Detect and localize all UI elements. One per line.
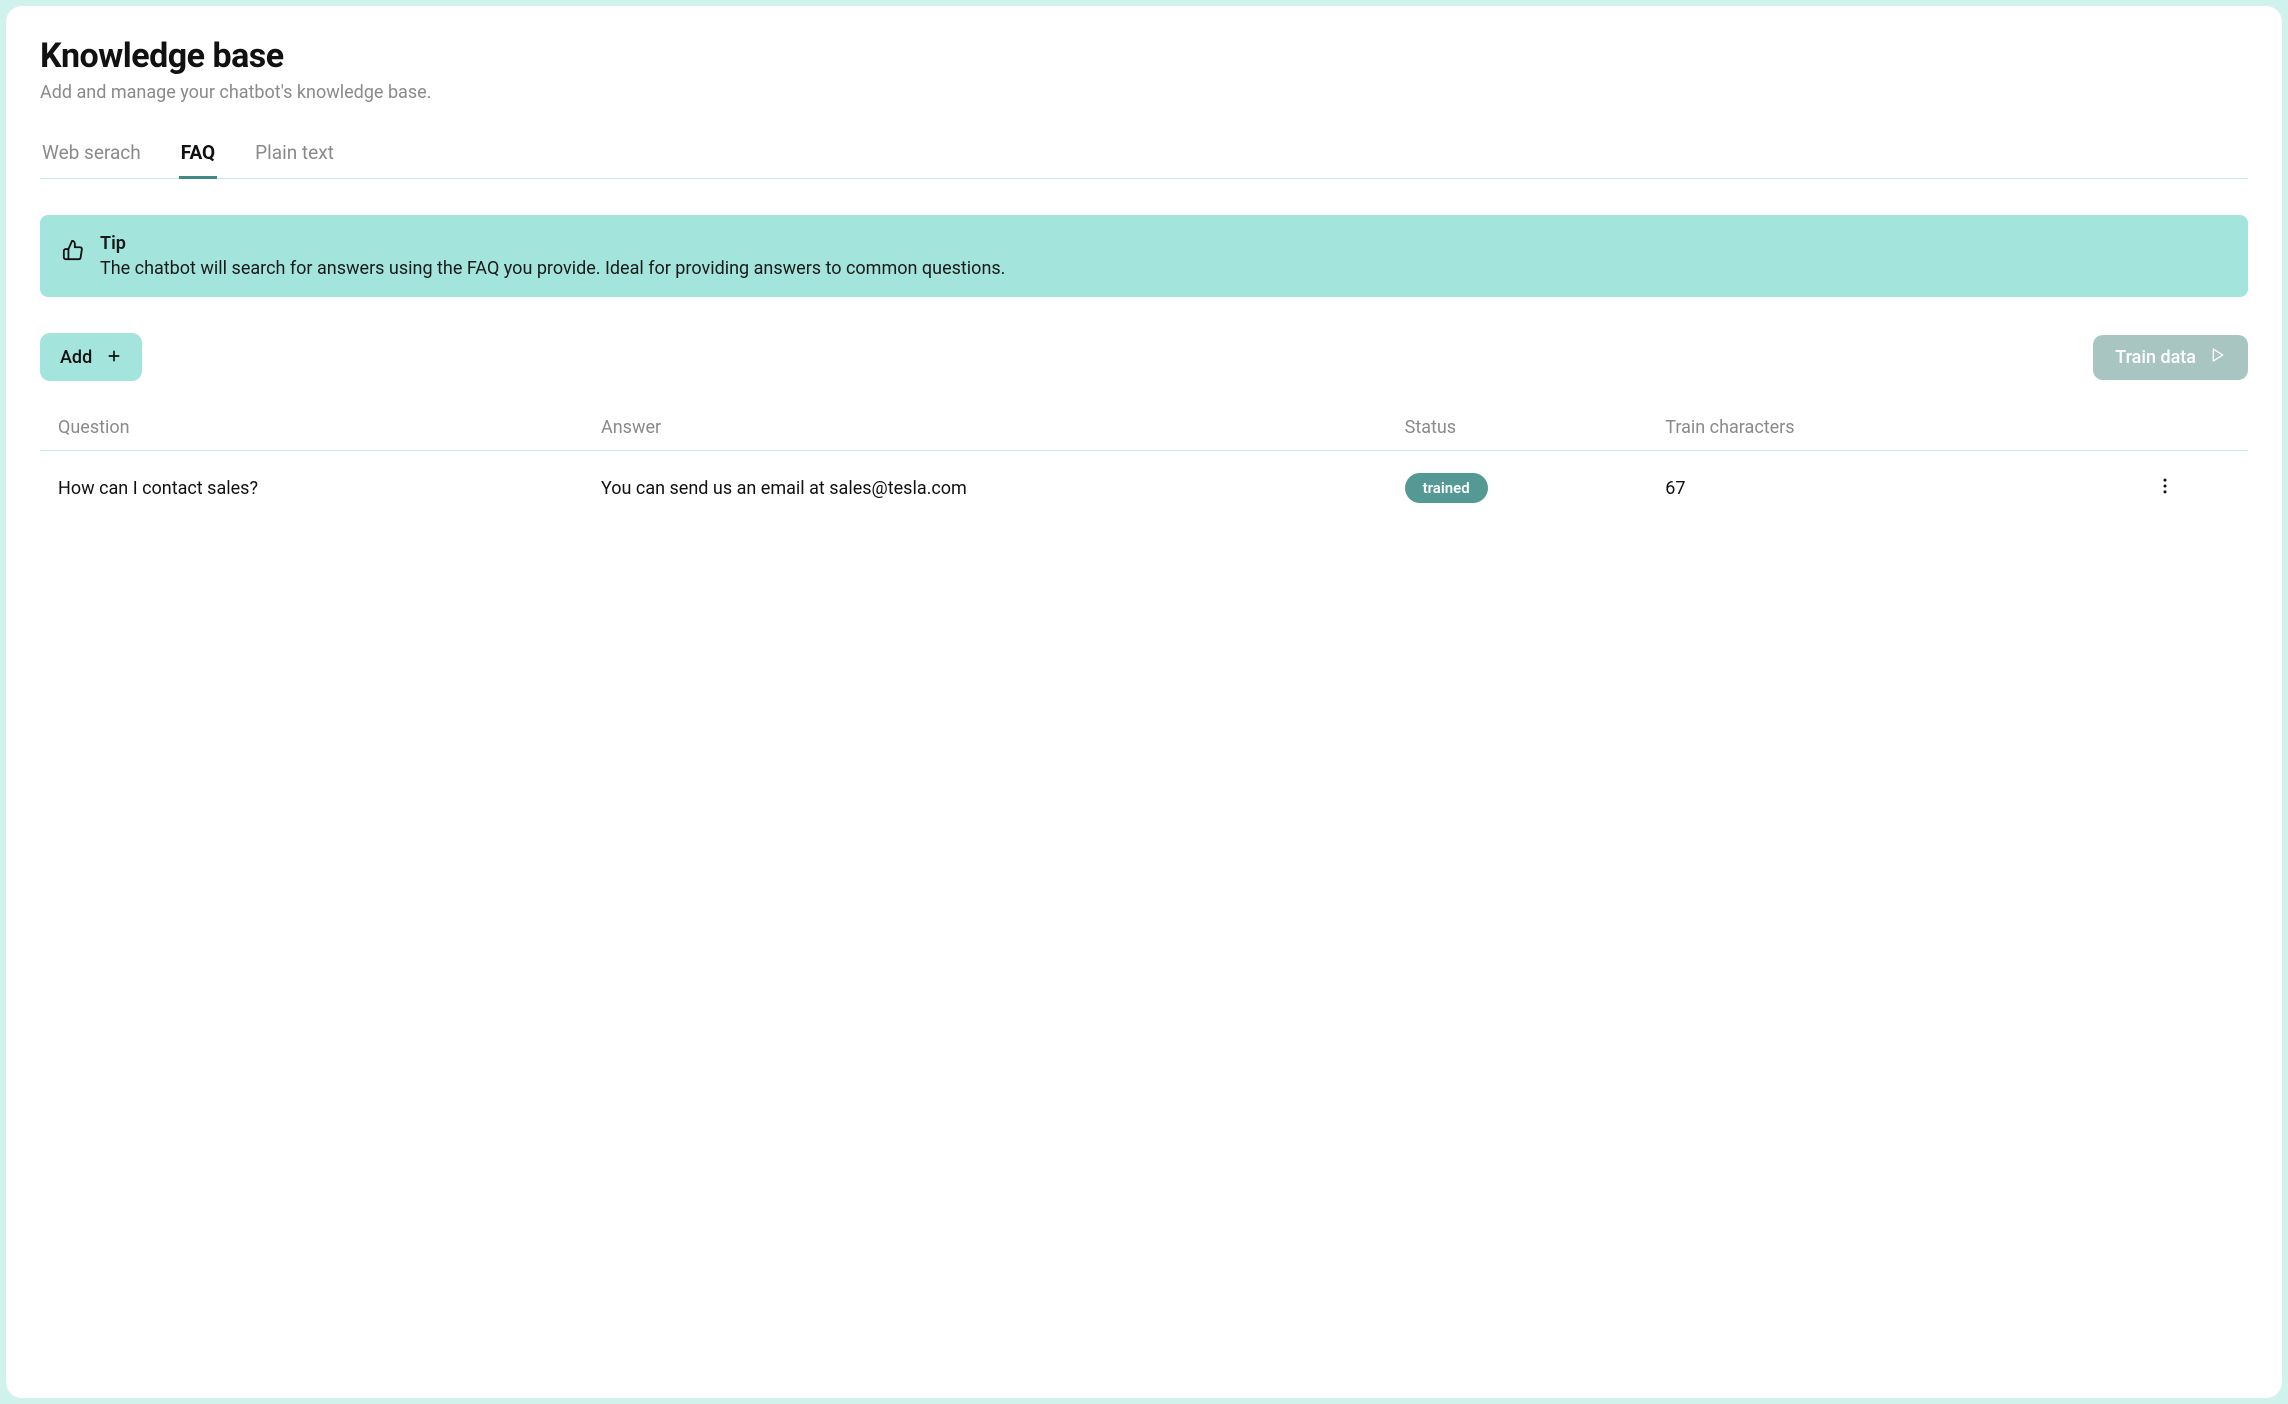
page-subtitle: Add and manage your chatbot's knowledge … — [40, 82, 2248, 103]
add-button-label: Add — [60, 347, 92, 368]
play-icon — [2210, 347, 2226, 368]
col-actions — [2100, 417, 2230, 438]
table-header: Question Answer Status Train characters — [40, 405, 2248, 451]
col-answer: Answer — [601, 417, 1405, 438]
actions-row: Add Train data — [40, 333, 2248, 381]
more-vertical-icon — [2155, 476, 2175, 501]
tip-banner: Tip The chatbot will search for answers … — [40, 215, 2248, 297]
col-train-characters: Train characters — [1665, 417, 2099, 438]
page-title: Knowledge base — [40, 36, 2248, 76]
train-data-button[interactable]: Train data — [2093, 335, 2248, 380]
cell-question: How can I contact sales? — [58, 478, 601, 499]
faq-table: Question Answer Status Train characters … — [40, 405, 2248, 525]
col-question: Question — [58, 417, 601, 438]
table-row: How can I contact sales? You can send us… — [40, 451, 2248, 525]
tab-bar: Web serach FAQ Plain text — [40, 135, 2248, 179]
cell-status: trained — [1405, 473, 1666, 503]
add-button[interactable]: Add — [40, 333, 142, 381]
tip-text: The chatbot will search for answers usin… — [100, 258, 1005, 279]
tab-web-search[interactable]: Web serach — [40, 135, 143, 178]
col-status: Status — [1405, 417, 1666, 438]
tip-title: Tip — [100, 233, 1005, 254]
row-actions-button[interactable] — [2100, 476, 2230, 501]
tip-content: Tip The chatbot will search for answers … — [100, 233, 1005, 279]
plus-icon — [106, 345, 122, 369]
train-button-label: Train data — [2115, 347, 2196, 368]
status-badge: trained — [1405, 473, 1488, 503]
tab-faq[interactable]: FAQ — [179, 135, 217, 178]
tab-plain-text[interactable]: Plain text — [253, 135, 336, 178]
thumbs-up-icon — [62, 239, 84, 265]
main-card: Knowledge base Add and manage your chatb… — [6, 6, 2282, 1398]
cell-train-characters: 67 — [1665, 478, 2099, 499]
cell-answer: You can send us an email at sales@tesla.… — [601, 478, 1405, 499]
